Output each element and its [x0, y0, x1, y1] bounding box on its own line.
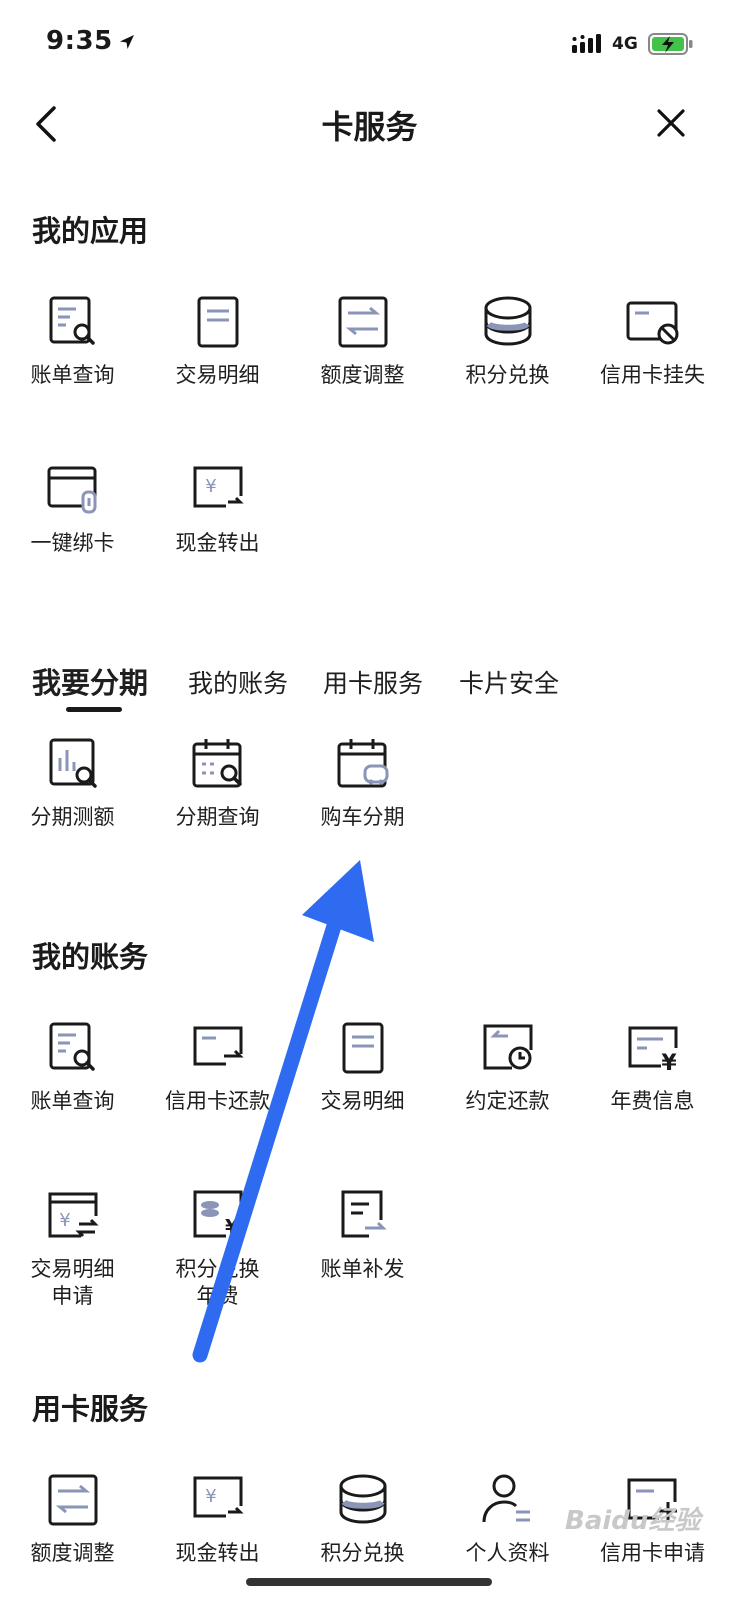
service-item-label: 额度调整 — [30, 1541, 115, 1565]
installment-item-label: 分期查询 — [175, 805, 260, 829]
account-item-label: 账单查询 — [30, 1089, 115, 1113]
app-item-label: 账单查询 — [30, 363, 115, 387]
installment-item-label: 购车分期 — [320, 805, 405, 829]
battery-charging-icon — [648, 33, 693, 55]
installment-item-label: 分期测额 — [30, 805, 115, 829]
account-item-bill-resend[interactable]: 账单补发 — [290, 1188, 435, 1283]
transfer-arrows-icon — [338, 296, 387, 348]
service-item-cash-out[interactable]: ¥ 现金转出 — [145, 1472, 290, 1567]
cash-out-icon: ¥ — [193, 466, 244, 508]
app-item-label: 一键绑卡 — [30, 531, 115, 555]
svg-text:¥: ¥ — [661, 1051, 677, 1076]
account-item-label: 信用卡还款 — [165, 1089, 270, 1113]
page-title: 卡服务 — [321, 108, 418, 146]
section-title-my-apps: 我的应用 — [32, 214, 149, 248]
points-fee-icon: ¥ — [193, 1190, 242, 1239]
scheduled-repay-icon — [483, 1024, 532, 1070]
document-icon — [197, 296, 238, 348]
app-item-limit-adjust[interactable]: 额度调整 — [290, 294, 435, 389]
bill-search-icon — [49, 1022, 95, 1071]
svg-text:¥: ¥ — [205, 1486, 216, 1507]
card-link-icon — [47, 466, 96, 514]
account-item-bill-search[interactable]: 账单查询 — [0, 1020, 145, 1115]
app-item-report-loss[interactable]: 信用卡挂失 — [580, 294, 725, 389]
service-item-label: 个人资料 — [465, 1541, 550, 1565]
calendar-car-icon — [337, 739, 388, 788]
section-title-card-service: 用卡服务 — [32, 1392, 149, 1426]
app-item-label: 信用卡挂失 — [600, 363, 705, 387]
account-item-label: 年费信息 — [610, 1089, 695, 1113]
account-item-statement-request[interactable]: ¥ 交易明细 申请 — [0, 1188, 145, 1310]
section-title-my-account: 我的账务 — [32, 940, 149, 974]
coin-stack-icon — [484, 296, 531, 346]
bill-search-icon — [49, 296, 95, 345]
app-item-bind-card[interactable]: 一键绑卡 — [0, 462, 145, 557]
status-time: 9:35 — [46, 26, 113, 56]
svg-text:¥: ¥ — [205, 476, 216, 497]
account-item-label: 约定还款 — [465, 1089, 550, 1113]
network-type: 4G — [612, 34, 638, 54]
app-item-label: 额度调整 — [320, 363, 405, 387]
home-indicator[interactable] — [246, 1578, 492, 1586]
installment-item-car[interactable]: 购车分期 — [290, 736, 435, 831]
tab-my-account[interactable]: 我的账务 — [188, 664, 288, 700]
watermark-text: Baidu经验 — [565, 1506, 701, 1536]
cash-out-icon: ¥ — [193, 1476, 244, 1518]
chart-search-icon — [49, 738, 97, 788]
installment-item-estimate[interactable]: 分期测额 — [0, 736, 145, 831]
app-item-label: 积分兑换 — [465, 363, 550, 387]
app-item-bill-search[interactable]: 账单查询 — [0, 294, 145, 389]
app-item-label: 现金转出 — [175, 531, 260, 555]
account-item-transactions[interactable]: 交易明细 — [290, 1020, 435, 1115]
account-item-label: 交易明细 — [320, 1089, 405, 1113]
service-item-label: 积分兑换 — [320, 1541, 405, 1565]
service-item-profile[interactable]: 个人资料 — [435, 1472, 580, 1567]
service-item-limit-adjust[interactable]: 额度调整 — [0, 1472, 145, 1567]
account-item-annual-fee[interactable]: ¥ 年费信息 — [580, 1020, 725, 1115]
installment-item-query[interactable]: 分期查询 — [145, 736, 290, 831]
tab-installment[interactable]: 我要分期 — [32, 660, 148, 702]
document-icon — [342, 1022, 383, 1074]
account-item-scheduled-repay[interactable]: 约定还款 — [435, 1020, 580, 1115]
service-item-points-exchange[interactable]: 积分兑换 — [290, 1472, 435, 1567]
card-repay-icon — [193, 1026, 244, 1066]
account-item-label: 交易明细 申请 — [30, 1257, 115, 1308]
calendar-search-icon — [192, 739, 242, 788]
active-tab-indicator — [66, 707, 122, 712]
service-item-label: 信用卡申请 — [600, 1541, 705, 1565]
location-arrow-icon — [120, 35, 134, 49]
svg-text:¥: ¥ — [59, 1210, 70, 1231]
profile-icon — [482, 1474, 530, 1523]
app-item-label: 交易明细 — [175, 363, 260, 387]
statement-exchange-icon: ¥ — [48, 1192, 99, 1238]
app-item-points-exchange[interactable]: 积分兑换 — [435, 294, 580, 389]
tab-card-security[interactable]: 卡片安全 — [459, 664, 559, 700]
account-item-label: 账单补发 — [320, 1257, 405, 1281]
tab-card-service[interactable]: 用卡服务 — [323, 664, 423, 700]
signal-icon — [572, 34, 601, 53]
close-icon[interactable] — [654, 106, 688, 140]
svg-text:¥: ¥ — [225, 1215, 239, 1239]
service-item-label: 现金转出 — [175, 1541, 260, 1565]
app-item-cash-out[interactable]: ¥ 现金转出 — [145, 462, 290, 557]
account-item-repay[interactable]: 信用卡还款 — [145, 1020, 290, 1115]
card-block-icon — [626, 301, 678, 345]
app-item-transactions[interactable]: 交易明细 — [145, 294, 290, 389]
account-item-points-fee[interactable]: ¥ 积分兑换 年费 — [145, 1188, 290, 1310]
coin-stack-icon — [339, 1474, 386, 1524]
transfer-arrows-icon — [48, 1474, 97, 1526]
bill-resend-icon — [341, 1190, 387, 1238]
annual-fee-icon: ¥ — [628, 1026, 677, 1076]
account-item-label: 积分兑换 年费 — [175, 1257, 260, 1308]
